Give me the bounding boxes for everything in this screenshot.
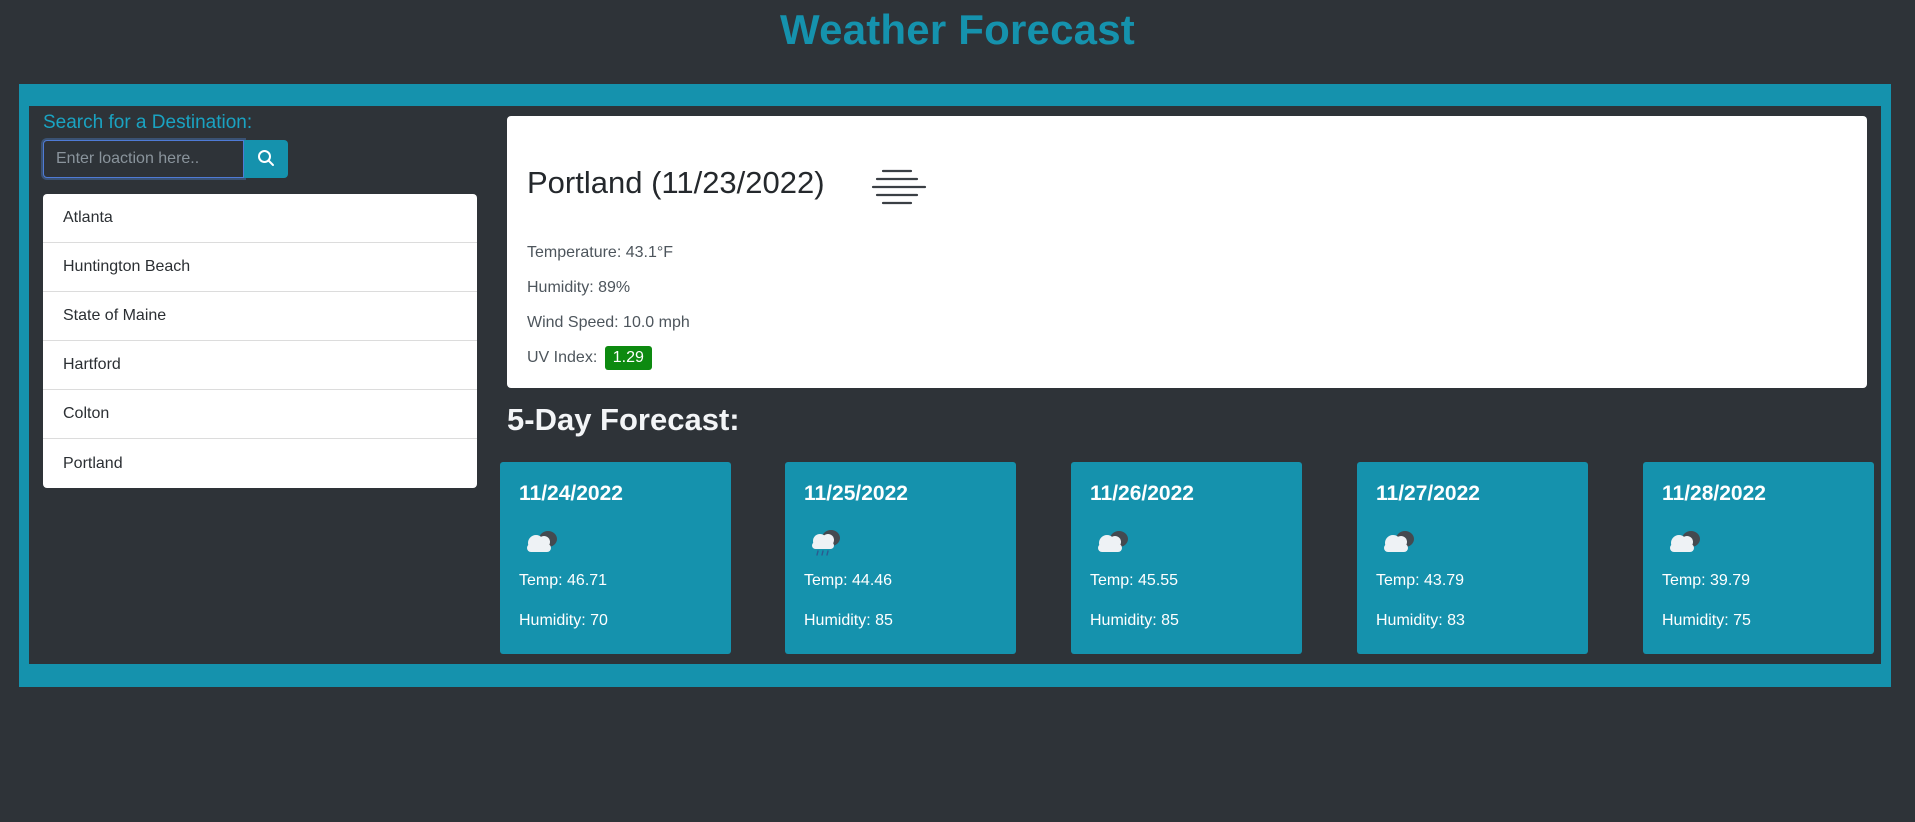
cloud-icon (1379, 528, 1417, 561)
rain-cloud-icon (807, 528, 845, 563)
current-uv-row: UV Index: 1.29 (527, 346, 652, 370)
search-icon (257, 149, 275, 170)
search-button[interactable] (244, 140, 288, 178)
current-weather-card: Portland (11/23/2022) Temperature: 43.1°… (507, 116, 1867, 388)
content-panel: Search for a Destination: Atlanta Huntin… (29, 106, 1881, 664)
mist-icon (869, 167, 929, 212)
forecast-card: 11/25/2022 Temp: 44.46 Humidity: 85 (785, 462, 1016, 654)
search-row (43, 140, 288, 178)
current-temperature: Temperature: 43.1°F (527, 244, 674, 261)
forecast-card: 11/27/2022 Temp: 43.79 Humidity: 83 (1357, 462, 1588, 654)
forecast-humidity: Humidity: 85 (1090, 612, 1179, 629)
current-humidity: Humidity: 89% (527, 279, 631, 296)
forecast-date: 11/25/2022 (804, 482, 908, 505)
city-item-portland[interactable]: Portland (43, 439, 477, 488)
uv-badge: 1.29 (604, 346, 652, 370)
search-input[interactable] (43, 140, 244, 178)
forecast-humidity: Humidity: 83 (1376, 612, 1465, 629)
search-label: Search for a Destination: (43, 112, 253, 133)
forecast-humidity: Humidity: 85 (804, 612, 893, 629)
page-title: Weather Forecast (780, 6, 1135, 53)
forecast-temp: Temp: 45.55 (1090, 572, 1179, 589)
forecast-temp: Temp: 44.46 (804, 572, 893, 589)
forecast-humidity: Humidity: 70 (519, 612, 608, 629)
current-wind-speed: Wind Speed: 10.0 mph (527, 314, 690, 331)
forecast-card: 11/26/2022 Temp: 45.55 Humidity: 85 (1071, 462, 1302, 654)
forecast-temp: Temp: 43.79 (1376, 572, 1465, 589)
forecast-temp: Temp: 39.79 (1662, 572, 1751, 589)
main-frame: Search for a Destination: Atlanta Huntin… (19, 84, 1891, 687)
forecast-humidity: Humidity: 75 (1662, 612, 1751, 629)
cloud-icon (1093, 528, 1131, 561)
forecast-card: 11/24/2022 Temp: 46.71 Humidity: 70 (500, 462, 731, 654)
forecast-date: 11/26/2022 (1090, 482, 1194, 505)
city-history-list: Atlanta Huntington Beach State of Maine … (43, 194, 477, 488)
forecast-date: 11/27/2022 (1376, 482, 1480, 505)
uv-label: UV Index: (527, 349, 598, 366)
city-item-atlanta[interactable]: Atlanta (43, 194, 477, 243)
city-item-huntington-beach[interactable]: Huntington Beach (43, 243, 477, 292)
forecast-date: 11/24/2022 (519, 482, 623, 505)
forecast-heading: 5-Day Forecast: (507, 402, 740, 437)
cloud-icon (1665, 528, 1703, 561)
forecast-card: 11/28/2022 Temp: 39.79 Humidity: 75 (1643, 462, 1874, 654)
city-item-hartford[interactable]: Hartford (43, 341, 477, 390)
cloud-icon (522, 528, 560, 561)
city-item-state-of-maine[interactable]: State of Maine (43, 292, 477, 341)
forecast-temp: Temp: 46.71 (519, 572, 608, 589)
forecast-date: 11/28/2022 (1662, 482, 1766, 505)
current-city-title: Portland (11/23/2022) (527, 165, 825, 200)
city-item-colton[interactable]: Colton (43, 390, 477, 439)
